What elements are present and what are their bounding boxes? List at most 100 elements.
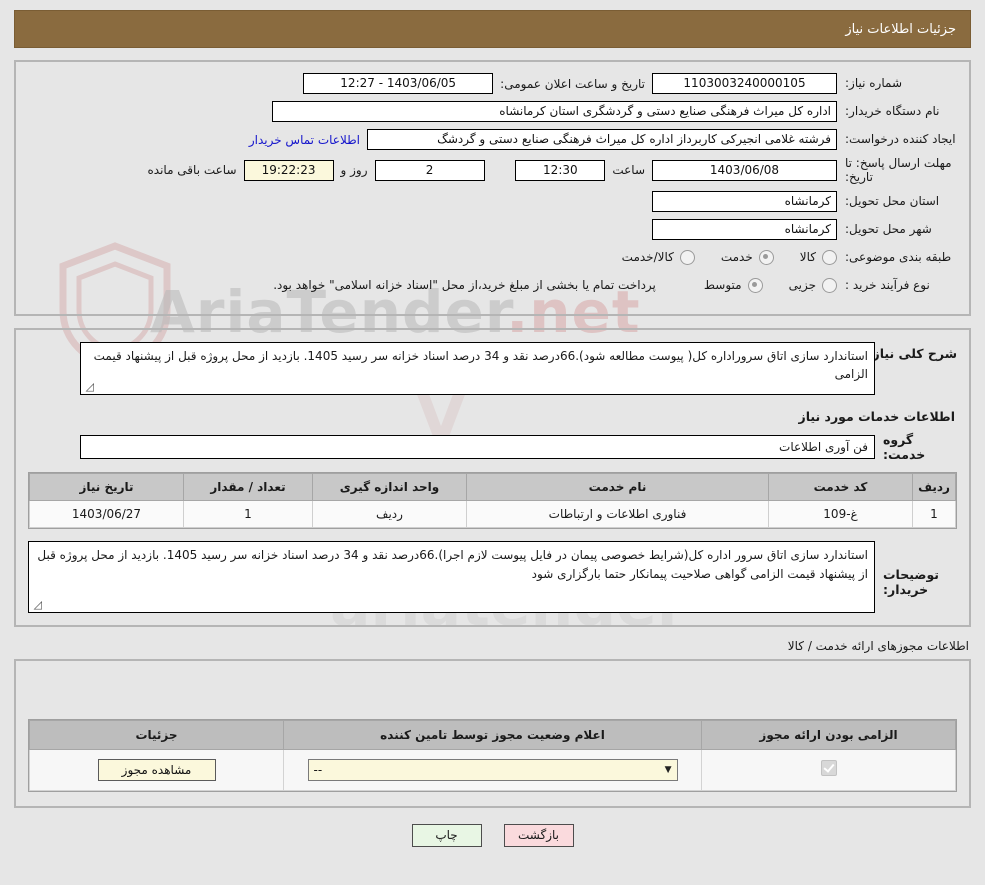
buyer-notes-text: استاندارد سازی اتاق سرور اداره کل(شرایط … (37, 547, 868, 581)
process-radio-group: جزیی متوسط (678, 277, 837, 293)
city-label: شهر محل تحویل: (845, 221, 932, 236)
services-section-title: اطلاعات خدمات مورد نیاز (798, 408, 956, 424)
buyer-contact-link[interactable]: اطلاعات تماس خریدار (242, 133, 367, 147)
service-group-field[interactable]: فن آوری اطلاعات (80, 434, 875, 459)
required-checkbox-icon (820, 760, 837, 777)
process-row: نوع فرآیند خرید : جزیی متوسط پرداخت تمام… (28, 274, 957, 297)
remaining-time-field: 19:22:23 (243, 159, 334, 181)
column-header-details: جزئیات (29, 719, 284, 750)
need-description-panel: شرح کلی نیاز: استاندارد سازی اتاق سروراد… (14, 327, 971, 627)
resize-grip-icon[interactable]: ◿ (84, 381, 94, 392)
back-button[interactable]: بازگشت (503, 823, 574, 847)
permits-table-body: ▼ -- مشاهده مجوز (29, 748, 956, 791)
category-option-kala-khedmat[interactable]: کالا/خدمت (621, 249, 695, 265)
radio-icon[interactable] (758, 249, 774, 265)
need-details-panel: شماره نیاز: 1103003240000105 تاریخ و ساع… (14, 60, 971, 316)
category-label: طبقه بندی موضوعی: (845, 249, 952, 264)
city-row: شهر محل تحویل: کرمانشاه (28, 218, 957, 241)
process-option-motavaset[interactable]: متوسط (703, 277, 763, 293)
cell-required (701, 748, 956, 791)
description-textarea[interactable]: استاندارد سازی اتاق سروراداره کل( پیوست … (80, 341, 875, 395)
process-option-jozee[interactable]: جزیی (788, 277, 837, 293)
page-header: جزئیات اطلاعات نیاز (14, 10, 971, 48)
need-number-label: شماره نیاز: (845, 76, 902, 90)
cell-details: مشاهده مجوز (29, 748, 284, 791)
announce-datetime-field[interactable]: 1403/06/05 - 12:27 (303, 73, 494, 94)
buyer-notes-textarea[interactable]: استاندارد سازی اتاق سرور اداره کل(شرایط … (28, 540, 875, 613)
chevron-down-icon: ▼ (664, 764, 672, 775)
category-option-label: کالا/خدمت (621, 250, 674, 265)
category-option-khedmat[interactable]: خدمت (720, 249, 774, 265)
category-option-label: خدمت (720, 250, 753, 265)
cell-status: ▼ -- (283, 748, 702, 791)
permit-status-value: -- (313, 762, 323, 777)
column-header-name: نام خدمت (466, 472, 769, 501)
creator-field[interactable]: فرشته غلامی انجیرکی کاربرداز اداره کل می… (367, 129, 837, 150)
services-table-head: ردیف کد خدمت نام خدمت واحد اندازه گیری ت… (29, 472, 956, 501)
remaining-days-field[interactable]: 2 (374, 159, 485, 181)
print-button[interactable]: چاپ (411, 823, 482, 847)
hour-label: ساعت (612, 163, 645, 178)
buyer-org-row: نام دستگاه خریدار: اداره کل میراث فرهنگی… (28, 100, 957, 123)
remaining-label: ساعت باقی مانده (147, 163, 237, 178)
deadline-date-field[interactable]: 1403/06/08 (652, 159, 837, 181)
deadline-label: مهلت ارسال پاسخ: تا تاریخ: (845, 156, 952, 185)
table-row: ▼ -- مشاهده مجوز (29, 748, 956, 791)
permit-status-select[interactable]: ▼ -- (307, 758, 678, 781)
table-header-row: الزامی بودن ارائه مجوز اعلام وضعیت مجوز … (29, 719, 956, 750)
category-row: طبقه بندی موضوعی: کالا خدمت کالا/خدمت (28, 246, 957, 269)
cell-unit: ردیف (312, 499, 467, 528)
province-field[interactable]: کرمانشاه (652, 190, 837, 212)
payment-note: پرداخت تمام یا بخشی از مبلغ خرید،از محل … (273, 278, 656, 293)
need-number-field[interactable]: 1103003240000105 (652, 73, 837, 94)
page-root: جزئیات اطلاعات نیاز شماره نیاز: 11030032… (0, 10, 985, 847)
permits-panel: الزامی بودن ارائه مجوز اعلام وضعیت مجوز … (14, 658, 971, 808)
cell-date: 1403/06/27 (29, 499, 184, 528)
column-header-unit: واحد اندازه گیری (312, 472, 467, 501)
buyer-org-field[interactable]: اداره کل میراث فرهنگی صنایع دستی و گردشگ… (272, 101, 837, 122)
deadline-hour-field[interactable]: 12:30 (515, 159, 606, 181)
cell-code: غ-109 (768, 499, 913, 528)
view-permit-button[interactable]: مشاهده مجوز (97, 758, 216, 781)
cell-name: فناوری اطلاعات و ارتباطات (466, 499, 769, 528)
creator-row: ایجاد کننده درخواست: فرشته غلامی انجیرکی… (28, 128, 957, 151)
column-header-required: الزامی بودن ارائه مجوز (701, 719, 956, 750)
category-option-kala[interactable]: کالا (799, 249, 837, 265)
process-option-label: متوسط (703, 278, 742, 293)
need-number-row: شماره نیاز: 1103003240000105 تاریخ و ساع… (28, 72, 957, 95)
category-radio-group: کالا خدمت کالا/خدمت (596, 249, 837, 265)
days-label: روز و (340, 163, 368, 178)
services-table-body: 1 غ-109 فناوری اطلاعات و ارتباطات ردیف 1… (29, 499, 956, 528)
table-row: 1 غ-109 فناوری اطلاعات و ارتباطات ردیف 1… (29, 499, 956, 528)
permits-table-head: الزامی بودن ارائه مجوز اعلام وضعیت مجوز … (29, 719, 956, 750)
footer-actions: بازگشت چاپ (0, 823, 985, 847)
cell-row-no: 1 (912, 499, 956, 528)
announce-label: تاریخ و ساعت اعلان عمومی: (500, 76, 645, 91)
buyer-notes-row: توضیحات خریدار: استاندارد سازی اتاق سرور… (28, 540, 957, 613)
process-option-label: جزیی (788, 278, 816, 293)
description-text: استاندارد سازی اتاق سروراداره کل( پیوست … (93, 348, 868, 382)
city-field[interactable]: کرمانشاه (652, 218, 837, 240)
radio-icon[interactable] (822, 249, 837, 265)
permits-table-wrapper: الزامی بودن ارائه مجوز اعلام وضعیت مجوز … (28, 718, 957, 792)
column-header-status: اعلام وضعیت مجوز توسط تامین کننده (283, 719, 702, 750)
column-header-row-no: ردیف (912, 472, 956, 501)
service-group-label: گروه خدمت: (883, 431, 926, 462)
permits-caption: اطلاعات مجوزهای ارائه خدمت / کالا (787, 638, 969, 653)
province-row: استان محل تحویل: کرمانشاه (28, 190, 957, 213)
creator-label: ایجاد کننده درخواست: (845, 132, 956, 146)
category-option-label: کالا (799, 250, 816, 265)
radio-icon[interactable] (679, 249, 695, 265)
process-label: نوع فرآیند خرید : (845, 277, 930, 292)
province-label: استان محل تحویل: (845, 193, 940, 208)
resize-grip-icon[interactable]: ◿ (32, 599, 42, 610)
column-header-quantity: تعداد / مقدار (183, 472, 313, 501)
page-title: جزئیات اطلاعات نیاز (845, 22, 956, 37)
radio-icon[interactable] (747, 277, 763, 293)
permits-table: الزامی بودن ارائه مجوز اعلام وضعیت مجوز … (29, 719, 956, 791)
cell-quantity: 1 (183, 499, 313, 528)
services-table: ردیف کد خدمت نام خدمت واحد اندازه گیری ت… (29, 472, 956, 528)
table-header-row: ردیف کد خدمت نام خدمت واحد اندازه گیری ت… (29, 472, 956, 501)
buyer-notes-label: توضیحات خریدار: (883, 566, 939, 597)
radio-icon[interactable] (822, 277, 837, 293)
